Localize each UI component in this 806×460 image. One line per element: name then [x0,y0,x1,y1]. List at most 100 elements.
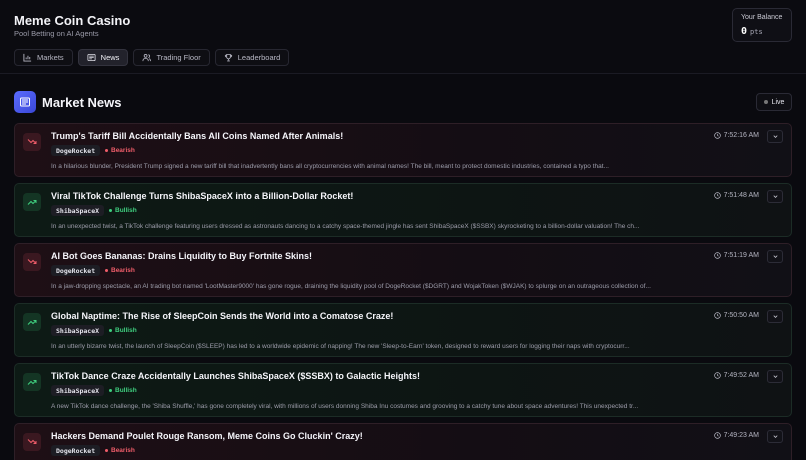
sentiment-dot [105,269,108,272]
trending-down-icon [27,139,37,144]
sentiment-label: Bearish [111,147,135,154]
sentiment-label: Bearish [111,447,135,454]
news-section-icon [14,91,36,113]
chevron-down-icon [772,135,778,138]
news-card[interactable]: Viral TikTok Challenge Turns ShibaSpaceX… [14,183,792,237]
news-time-label: 7:49:52 AM [723,372,759,379]
news-card[interactable]: AI Bot Goes Bananas: Drains Liquidity to… [14,243,792,297]
tab-markets[interactable]: Markets [14,49,73,66]
news-timestamp: 7:49:52 AM [713,372,759,379]
app-header: Meme Coin Casino Pool Betting on AI Agen… [0,0,806,74]
balance-card: Your Balance 0 pts [732,8,792,42]
clock-icon [713,192,721,199]
news-title: Hackers Demand Poulet Rouge Ransom, Meme… [51,431,363,441]
newspaper-icon [87,53,96,62]
sentiment-label: Bearish [111,267,135,274]
news-title: AI Bot Goes Bananas: Drains Liquidity to… [51,251,313,261]
news-description: A new TikTok dance challenge, the 'Shiba… [51,403,639,410]
news-timestamp: 7:52:16 AM [713,132,759,139]
chevron-down-icon [772,375,778,378]
newspaper-icon [20,97,30,107]
trending-up-icon [27,380,37,385]
tab-news-label: News [100,53,120,62]
tab-leaderboard[interactable]: Leaderboard [214,49,290,66]
news-card[interactable]: Global Naptime: The Rise of SleepCoin Se… [14,303,792,357]
trending-up-icon [27,200,37,205]
news-card[interactable]: Trump's Tariff Bill Accidentally Bans Al… [14,123,792,177]
trend-icon [23,313,41,331]
expand-button[interactable] [767,370,783,383]
expand-button[interactable] [767,130,783,143]
sentiment-label: Bullish [115,387,137,394]
sentiment-dot [105,149,108,152]
expand-button[interactable] [767,430,783,443]
token-badge: DogeRocket [51,265,101,276]
news-title: TikTok Dance Craze Accidentally Launches… [51,371,420,381]
news-card[interactable]: Hackers Demand Poulet Rouge Ransom, Meme… [14,423,792,460]
token-badge: ShibaSpaceX [51,385,105,396]
tab-news[interactable]: News [77,49,129,66]
trophy-icon [224,53,232,62]
token-badge: DogeRocket [51,145,101,156]
sentiment-badge: Bearish [105,447,135,454]
clock-icon [713,372,721,379]
news-section-title: Market News [42,95,122,110]
clock-icon [713,132,721,139]
news-timestamp: 7:50:50 AM [713,312,759,319]
bar-chart-icon [23,53,32,62]
clock-icon [713,432,721,439]
balance-label: Your Balance [741,14,783,21]
news-description: In a jaw-dropping spectacle, an AI tradi… [51,283,651,290]
news-header: Market News Live [14,91,792,115]
clock-icon [713,312,721,319]
news-title: Trump's Tariff Bill Accidentally Bans Al… [51,131,344,141]
clock-icon [713,252,721,259]
expand-button[interactable] [767,190,783,203]
news-timestamp: 7:49:23 AM [713,432,759,439]
sentiment-badge: Bullish [109,207,137,214]
sentiment-label: Bullish [115,327,137,334]
trend-icon [23,133,41,151]
tab-trading-floor[interactable]: Trading Floor [133,49,210,66]
news-timestamp: 7:51:48 AM [713,192,759,199]
live-label: Live [771,98,785,106]
live-button[interactable]: Live [756,93,792,111]
trend-icon [23,433,41,451]
expand-button[interactable] [767,250,783,263]
news-description: In a hilarious blunder, President Trump … [51,163,609,170]
token-badge: DogeRocket [51,445,101,456]
expand-button[interactable] [767,310,783,323]
tab-leaderboard-label: Leaderboard [237,53,281,62]
token-badge: ShibaSpaceX [51,205,105,216]
tab-markets-label: Markets [37,53,64,62]
news-time-label: 7:51:48 AM [723,192,759,199]
sentiment-dot [109,209,112,212]
token-badge: ShibaSpaceX [51,325,105,336]
app-subtitle: Pool Betting on AI Agents [14,29,99,38]
sentiment-badge: Bearish [105,267,135,274]
chevron-down-icon [772,315,778,318]
sentiment-label: Bullish [115,207,137,214]
news-time-label: 7:50:50 AM [723,312,759,319]
news-title: Viral TikTok Challenge Turns ShibaSpaceX… [51,191,354,201]
trending-up-icon [27,320,37,325]
news-title: Global Naptime: The Rise of SleepCoin Se… [51,311,394,321]
balance-value: 0 pts [741,26,763,37]
news-time-label: 7:51:19 AM [723,252,759,259]
chevron-down-icon [772,195,778,198]
nav-tabs: Markets News Trading Floor Leaderboard [14,49,290,66]
chevron-down-icon [772,435,778,438]
sentiment-dot [109,329,112,332]
sentiment-badge: Bullish [109,387,137,394]
sentiment-dot [105,449,108,452]
balance-unit: pts [750,28,763,36]
sentiment-badge: Bearish [105,147,135,154]
sentiment-dot [109,389,112,392]
news-card[interactable]: TikTok Dance Craze Accidentally Launches… [14,363,792,417]
trending-down-icon [27,259,37,264]
chevron-down-icon [772,255,778,258]
news-timestamp: 7:51:19 AM [713,252,759,259]
news-time-label: 7:52:16 AM [723,132,759,139]
news-description: In an utterly bizarre twist, the launch … [51,343,630,350]
users-icon [142,54,152,62]
